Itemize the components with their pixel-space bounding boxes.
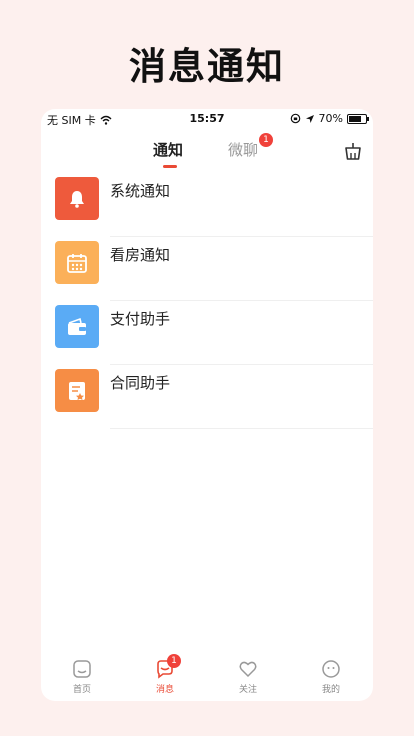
- chat-unread-badge: 1: [259, 133, 274, 147]
- bottom-tab-bar: 首页 1 消息 关注 我的: [41, 653, 373, 701]
- profile-icon: [322, 660, 340, 678]
- payment-icon-box: [55, 305, 99, 348]
- viewing-icon-box: [55, 241, 99, 284]
- list-item-payment[interactable]: 支付助手: [41, 301, 373, 365]
- divider: [110, 428, 373, 429]
- calendar-icon: [67, 253, 87, 273]
- battery-icon: [347, 113, 369, 124]
- tab-follow-label: 关注: [238, 685, 257, 695]
- messages-unread-badge: 1: [167, 654, 181, 668]
- header: 通知 微聊 1: [41, 133, 373, 173]
- system-icon-box: [55, 177, 99, 220]
- wallet-icon: [68, 317, 86, 335]
- tab-notify[interactable]: 通知: [153, 139, 184, 168]
- list-item-system[interactable]: 系统通知: [41, 173, 373, 237]
- clear-broom-icon[interactable]: [343, 141, 363, 161]
- location-icon: [305, 114, 314, 123]
- contract-icon-box: [55, 369, 99, 412]
- status-bar: 无 SIM 卡 15:57 70%: [41, 109, 373, 129]
- contract-icon: [69, 381, 85, 400]
- tab-profile[interactable]: 我的: [301, 659, 361, 695]
- list-item-viewing[interactable]: 看房通知: [41, 237, 373, 301]
- tab-active-indicator: [163, 165, 177, 168]
- list-item-label: 看房通知: [110, 246, 171, 264]
- tab-follow[interactable]: 关注: [218, 659, 278, 695]
- message-list: 系统通知 看房通知 支付助手 合同助手: [41, 173, 373, 429]
- list-item-contract[interactable]: 合同助手: [41, 365, 373, 429]
- bell-icon: [70, 190, 84, 208]
- list-item-label: 合同助手: [110, 374, 171, 392]
- list-item-label: 系统通知: [110, 182, 171, 200]
- tab-messages[interactable]: 1 消息: [135, 654, 195, 695]
- tab-chat-label: 微聊: [228, 141, 259, 159]
- home-icon: [73, 660, 91, 678]
- lock-rotation-icon: [290, 113, 300, 124]
- tab-chat[interactable]: 微聊 1: [228, 133, 274, 160]
- list-item-label: 支付助手: [110, 310, 171, 328]
- tab-home-label: 首页: [72, 685, 91, 695]
- tab-messages-label: 消息: [155, 685, 174, 695]
- promo-title: 消息通知: [129, 45, 285, 88]
- tab-home[interactable]: 首页: [52, 659, 112, 695]
- phone-screen: 无 SIM 卡 15:57 70% 通知 微聊 1 系统通知 看房通知 支付助手…: [41, 109, 373, 701]
- tab-notify-label: 通知: [153, 141, 184, 159]
- tab-profile-label: 我的: [321, 685, 340, 695]
- heart-icon: [239, 661, 257, 678]
- battery-percent: 70%: [318, 112, 343, 125]
